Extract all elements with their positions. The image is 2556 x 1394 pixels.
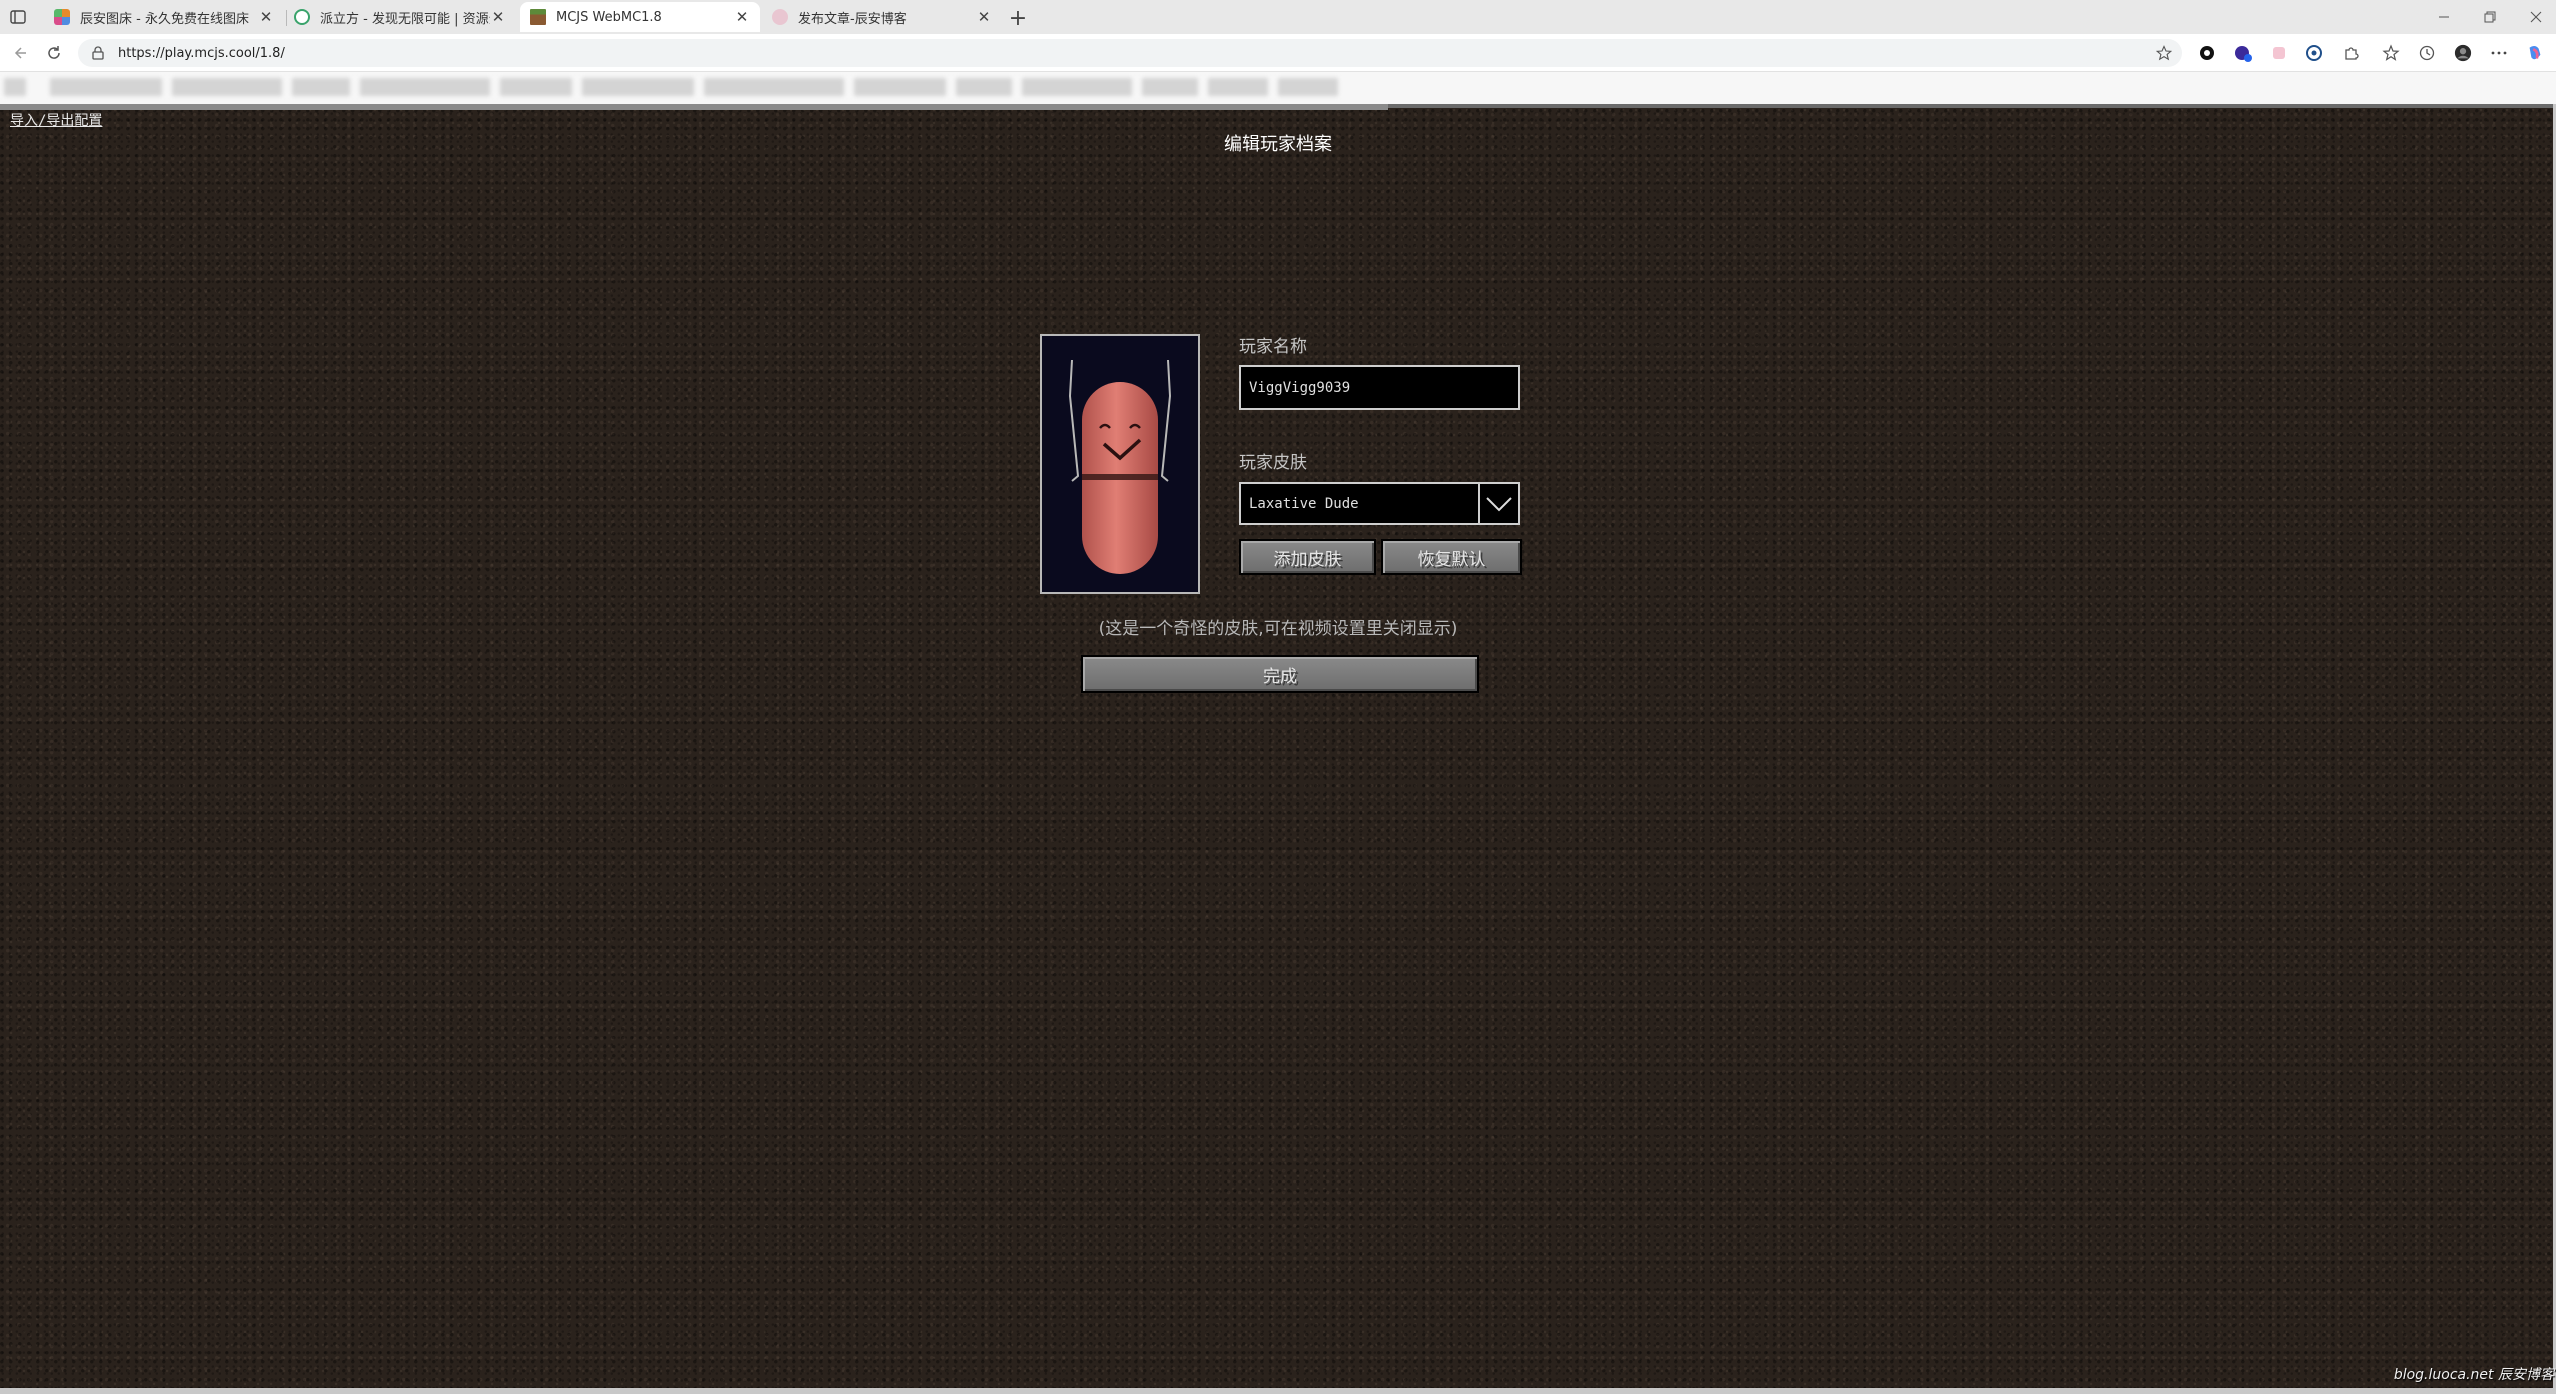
bookmark-item[interactable]	[1278, 78, 1338, 96]
copilot-icon[interactable]	[2526, 44, 2544, 62]
tab-blog-post[interactable]: 发布文章-辰安博客 ✕	[762, 2, 1002, 32]
extension-pink-icon[interactable]	[2270, 44, 2288, 62]
player-skin-label: 玩家皮肤	[1239, 453, 1307, 473]
tab-favicon-icon	[54, 9, 70, 25]
bookmark-item[interactable]	[500, 78, 572, 96]
history-icon[interactable]	[2418, 44, 2436, 62]
bookmark-item[interactable]	[360, 78, 490, 96]
bookmark-item[interactable]	[1208, 78, 1268, 96]
pill-character-image	[1068, 359, 1172, 574]
close-tab-icon[interactable]: ✕	[734, 8, 750, 26]
tab-pai-cube[interactable]: 派立方 - 发现无限可能 | 资源分享 ✕	[284, 2, 516, 32]
lock-icon[interactable]	[90, 45, 106, 61]
extension-shield-icon[interactable]	[2305, 44, 2323, 62]
tab-title: 派立方 - 发现无限可能 | 资源分享	[320, 11, 490, 27]
tab-favicon-icon	[530, 9, 546, 25]
tab-mcjs[interactable]: MCJS WebMC1.8 ✕	[520, 2, 760, 32]
watermark: blog.luoca.net 辰安博客	[2393, 1367, 2554, 1383]
browser-toolbar: https://play.mcjs.cool/1.8/	[0, 34, 2556, 72]
import-export-link[interactable]: 导入/导出配置	[10, 110, 102, 130]
close-tab-icon[interactable]: ✕	[258, 8, 274, 26]
bookmark-item[interactable]	[854, 78, 946, 96]
tab-actions-icon[interactable]	[8, 7, 28, 27]
extensions-puzzle-icon[interactable]	[2342, 44, 2360, 62]
url-text[interactable]: https://play.mcjs.cool/1.8/	[118, 46, 285, 61]
more-menu-icon[interactable]	[2490, 44, 2508, 62]
bookmark-item[interactable]	[50, 78, 162, 96]
player-name-input[interactable]: ViggVigg9039	[1239, 365, 1520, 410]
avatar[interactable]	[2454, 44, 2472, 62]
address-bar[interactable]: https://play.mcjs.cool/1.8/	[78, 39, 2182, 67]
restore-default-button[interactable]: 恢复默认	[1381, 539, 1522, 575]
add-skin-button[interactable]: 添加皮肤	[1239, 539, 1376, 575]
minimize-icon[interactable]	[2424, 4, 2464, 30]
bookmark-star-icon[interactable]	[2156, 45, 2172, 61]
bookmark-item[interactable]	[4, 78, 26, 96]
loading-bar	[0, 104, 1388, 110]
skin-dropdown[interactable]: Laxative Dude	[1239, 482, 1520, 525]
tab-title: 发布文章-辰安博客	[798, 11, 907, 27]
favorites-icon[interactable]	[2382, 44, 2400, 62]
bookmark-item[interactable]	[582, 78, 694, 96]
reload-icon[interactable]	[44, 43, 64, 63]
done-button[interactable]: 完成	[1081, 655, 1479, 693]
tab-image-host[interactable]: 辰安图床 - 永久免费在线图床 ✕	[44, 2, 284, 32]
page-bottom-edge	[0, 1388, 2556, 1394]
page-title: 编辑玩家档案	[1224, 134, 1332, 155]
new-tab-button[interactable]: +	[1005, 5, 1031, 31]
bookmark-item[interactable]	[704, 78, 844, 96]
close-window-icon[interactable]	[2516, 4, 2556, 30]
game-canvas[interactable]	[0, 104, 2556, 1394]
chevron-down-icon[interactable]	[1478, 484, 1518, 523]
skin-dropdown-value: Laxative Dude	[1249, 495, 1359, 512]
bookmark-item[interactable]	[292, 78, 350, 96]
bookmark-item[interactable]	[1142, 78, 1198, 96]
player-name-label: 玩家名称	[1239, 337, 1307, 357]
skin-preview[interactable]	[1040, 334, 1200, 594]
tab-title: 辰安图床 - 永久免费在线图床	[80, 11, 249, 27]
tab-favicon-icon	[294, 9, 310, 25]
tab-title: MCJS WebMC1.8	[556, 9, 662, 25]
restore-icon[interactable]	[2470, 4, 2510, 30]
bookmark-item[interactable]	[956, 78, 1012, 96]
bookmark-item[interactable]	[172, 78, 282, 96]
extension-circle-icon[interactable]	[2198, 44, 2216, 62]
bookmark-item[interactable]	[1022, 78, 1132, 96]
close-tab-icon[interactable]: ✕	[976, 8, 992, 26]
back-icon[interactable]	[10, 43, 30, 63]
extension-copilot-icon[interactable]	[2234, 44, 2252, 62]
tab-strip: 辰安图床 - 永久免费在线图床 ✕ 派立方 - 发现无限可能 | 资源分享 ✕ …	[0, 0, 2556, 34]
close-tab-icon[interactable]: ✕	[490, 8, 506, 26]
tab-favicon-icon	[772, 9, 788, 25]
skin-hint-text: (这是一个奇怪的皮肤,可在视频设置里关闭显示)	[1098, 619, 1458, 639]
